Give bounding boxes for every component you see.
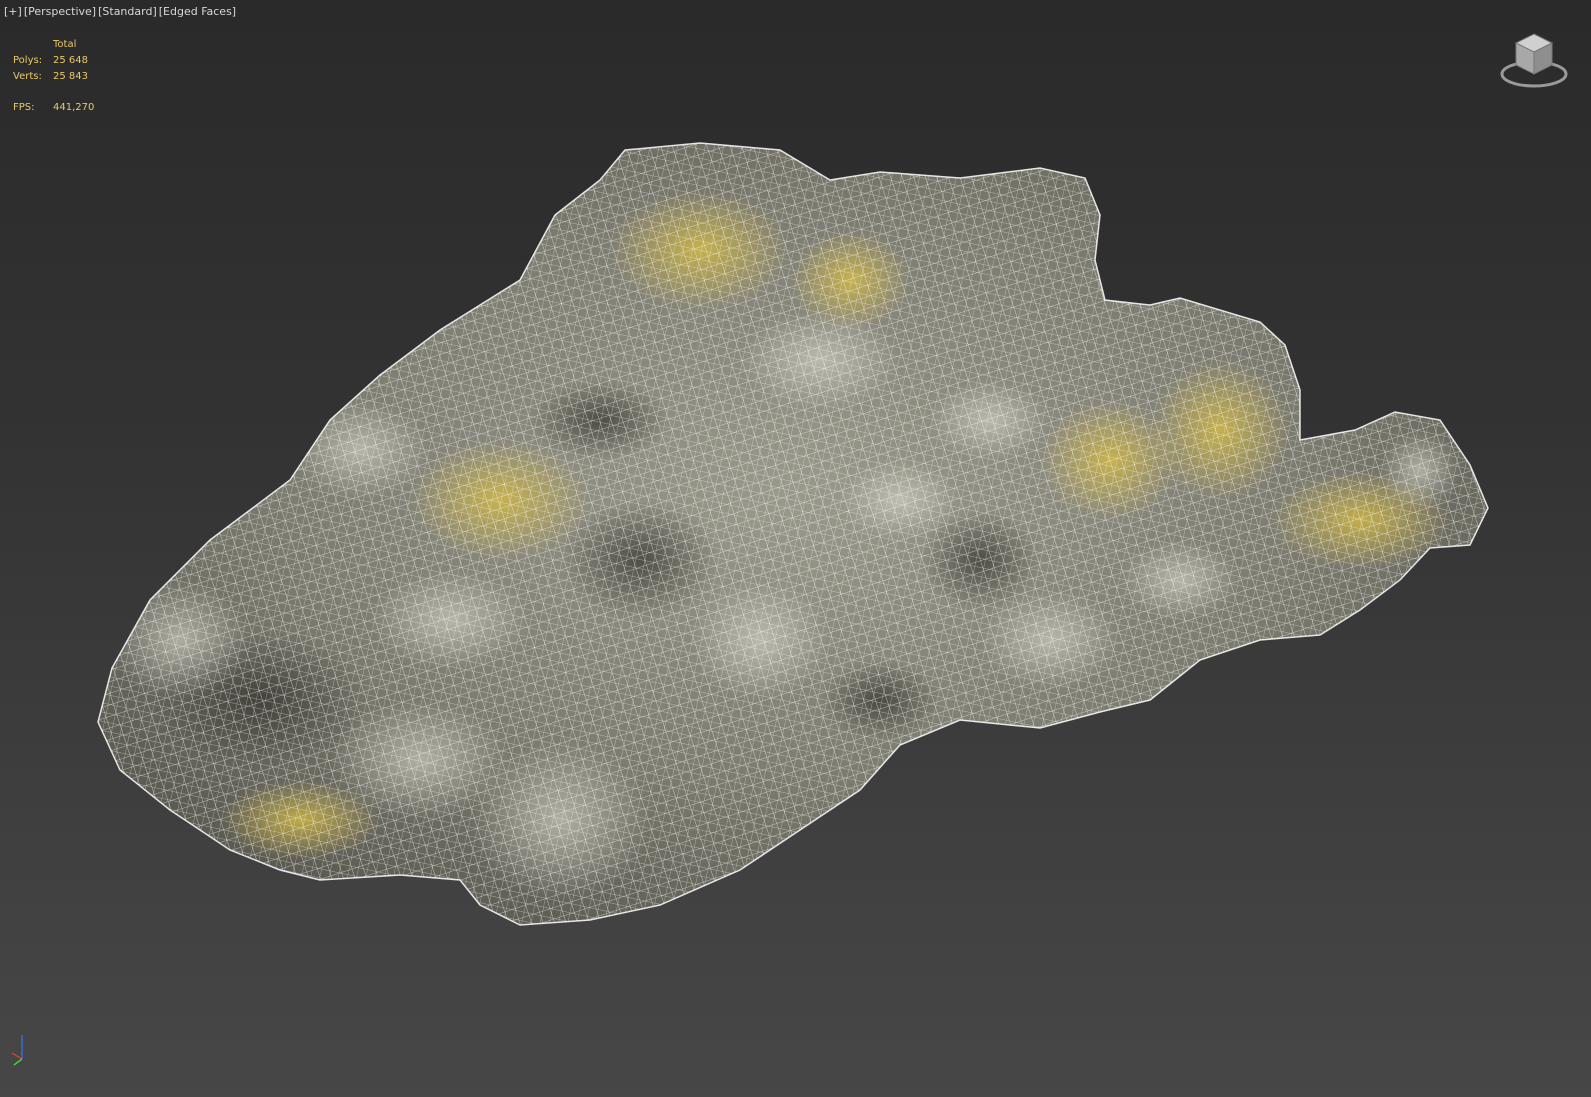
rock-mesh[interactable] <box>0 0 1591 1097</box>
3d-viewport[interactable]: [+] [Perspective] [Standard] [Edged Face… <box>0 0 1591 1097</box>
viewcube-icon[interactable] <box>1497 28 1571 94</box>
axis-tripod-icon <box>11 1035 23 1066</box>
